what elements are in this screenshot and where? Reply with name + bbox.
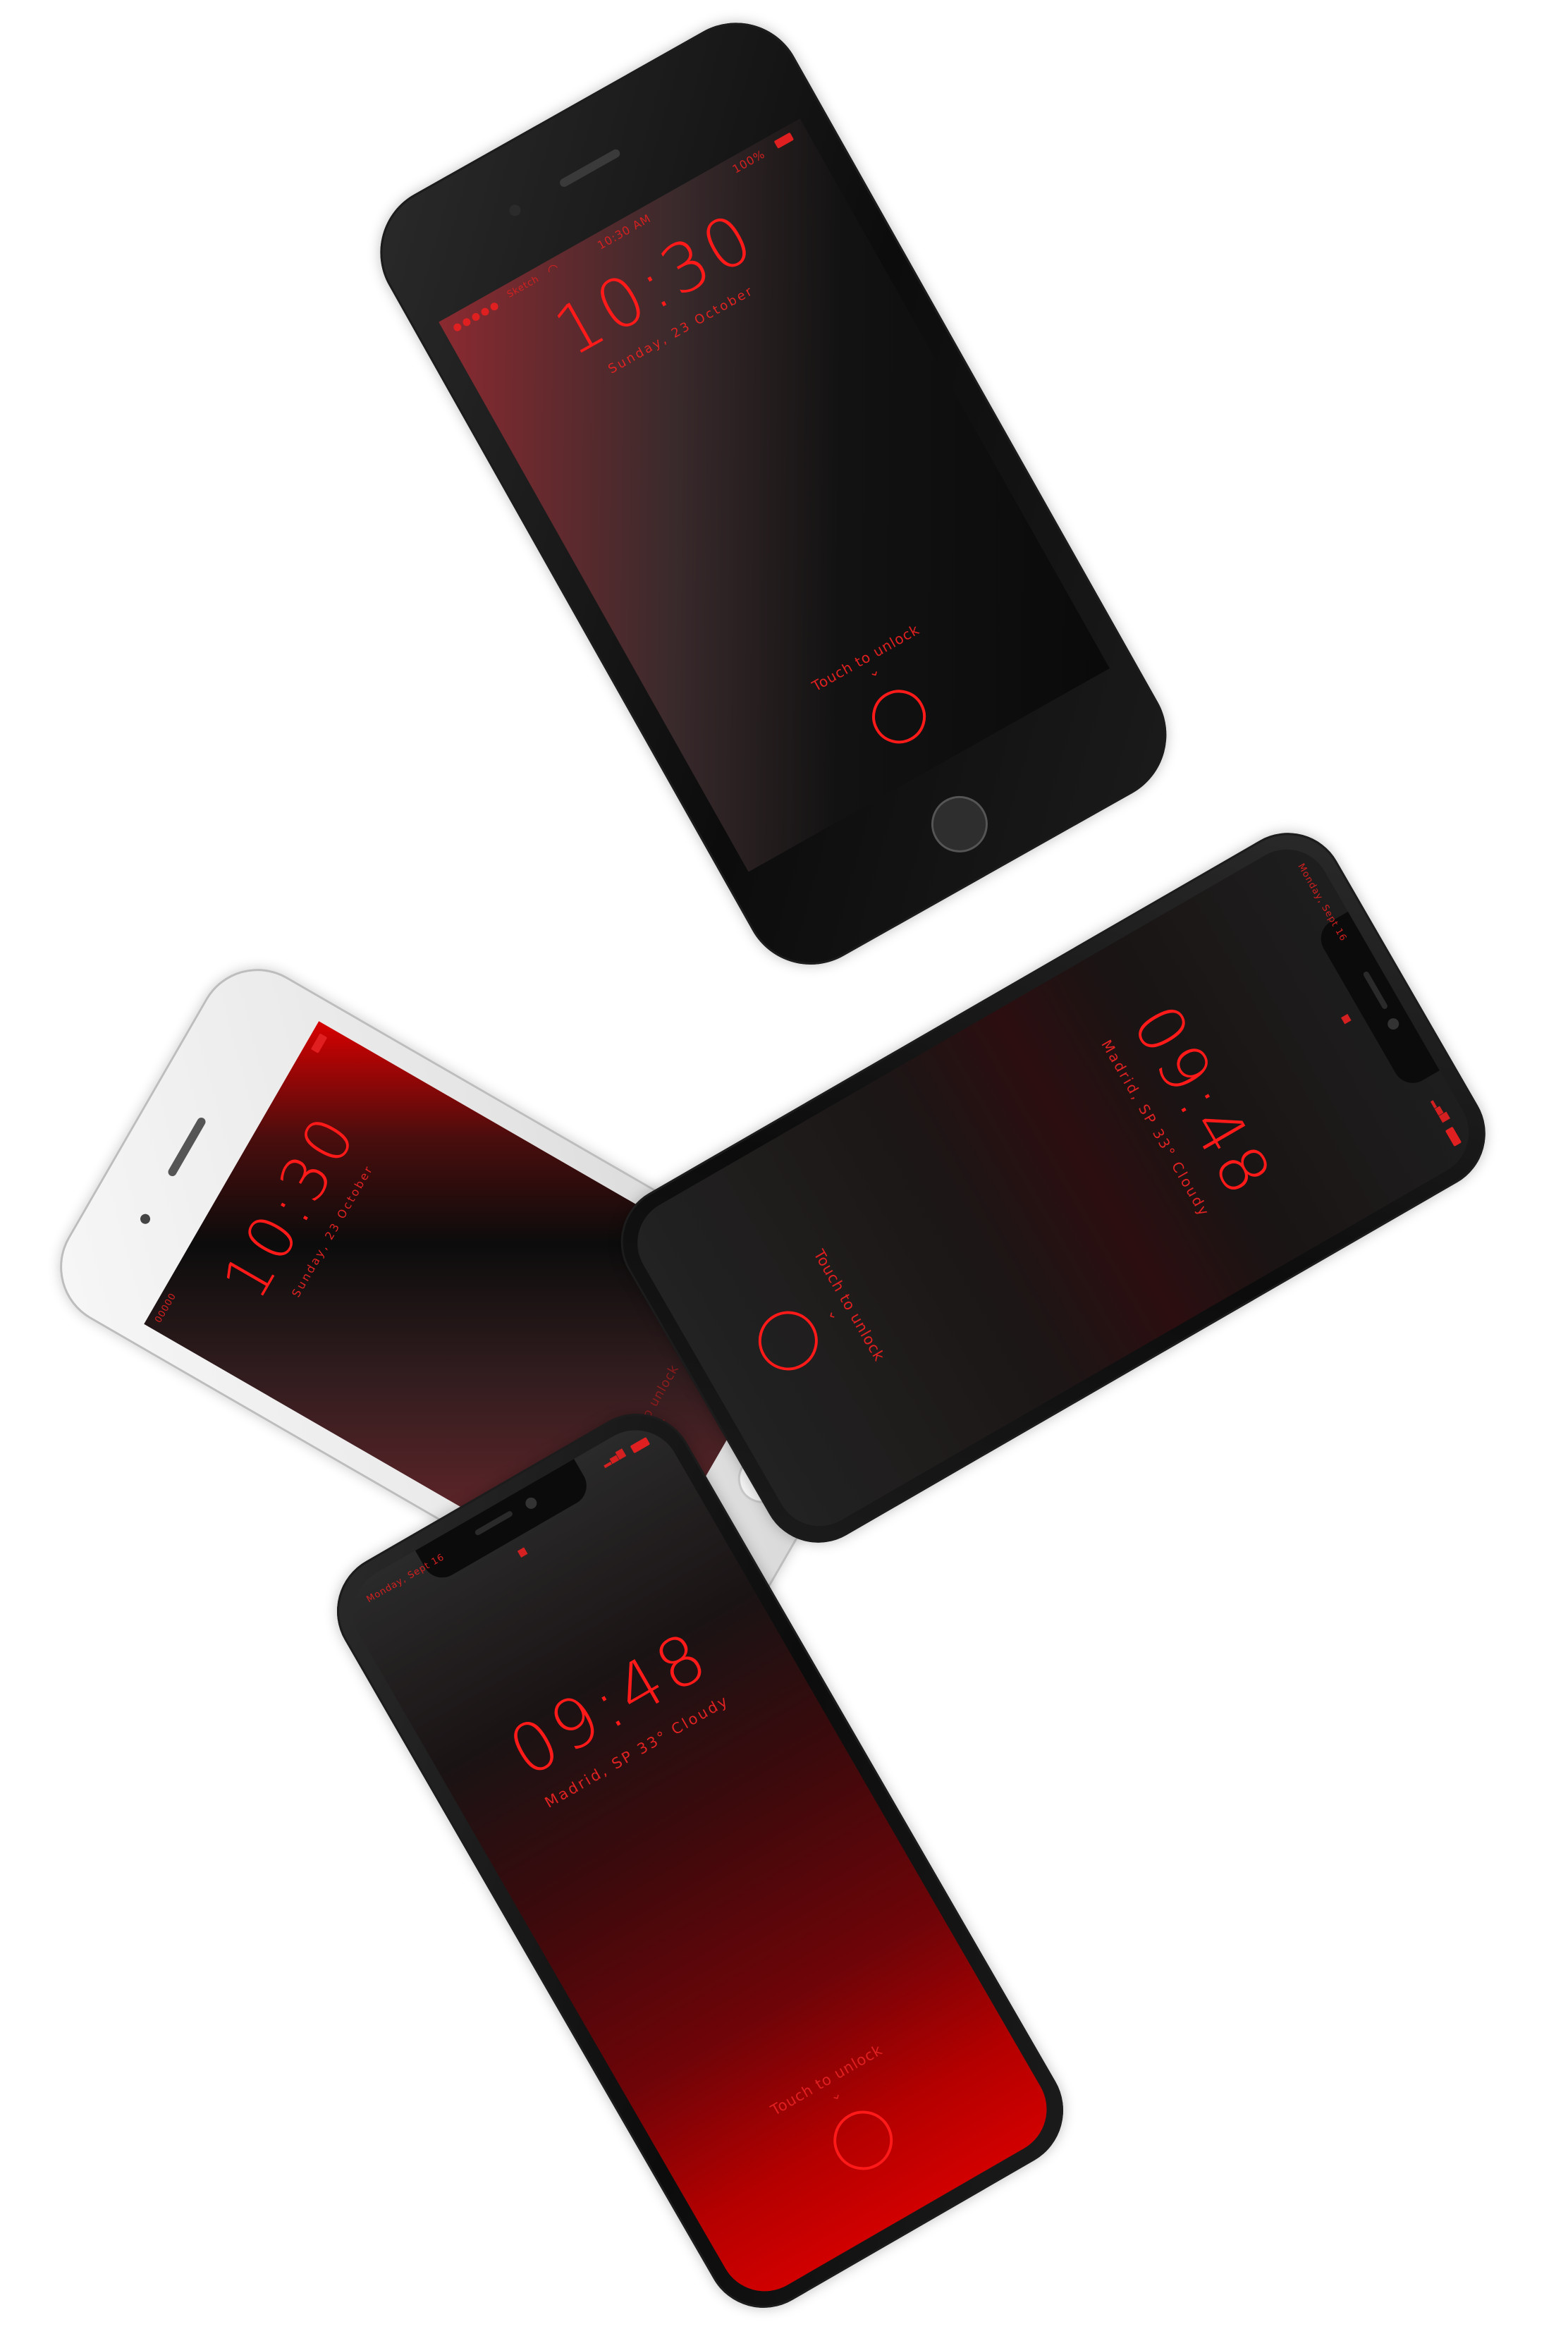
lock-icon: ■: [515, 1544, 530, 1560]
unlock-ring-button[interactable]: [862, 680, 936, 754]
lock-icon: ■: [1339, 1012, 1354, 1027]
touch-to-unlock-label: Touch to unlock: [768, 2041, 886, 2119]
battery-icon: [310, 1033, 328, 1053]
iphone-x-right: Monday, Sept 16 ■ ▂▄▆ 09:48 Madrid, SP 3…: [600, 812, 1506, 1563]
iphone-8-plus-black: Sketch ◠ 10:30 AM 100% 10:30 Sunday, 23 …: [356, 0, 1191, 989]
unlock-ring-button[interactable]: [822, 2100, 904, 2181]
lock-screen: Monday, Sept 16 ■ ▂▄▆ 09:48 Madrid, SP 3…: [337, 1414, 1063, 2308]
battery-icon: [773, 132, 795, 149]
touch-to-unlock-label: Touch to unlock: [810, 1247, 888, 1364]
battery-icon: [630, 1436, 651, 1454]
page: { "phones": { "top": { "carrier": "Sketc…: [0, 0, 1568, 2329]
chevron-down-icon: ⌄: [824, 1304, 845, 1324]
iphone-x-bottom: Monday, Sept 16 ■ ▂▄▆ 09:48 Madrid, SP 3…: [316, 1393, 1084, 2329]
signal-bars-icon: ▂▄▆: [1430, 1096, 1453, 1124]
lock-screen: Monday, Sept 16 ■ ▂▄▆ 09:48 Madrid, SP 3…: [621, 833, 1485, 1542]
chevron-down-icon: ⌄: [826, 2084, 845, 2105]
unlock-ring-button[interactable]: [747, 1300, 829, 1381]
battery-icon: [1445, 1126, 1462, 1147]
wifi-icon: ◠: [544, 259, 563, 279]
signal-bars-icon: ▂▄▆: [599, 1445, 627, 1469]
